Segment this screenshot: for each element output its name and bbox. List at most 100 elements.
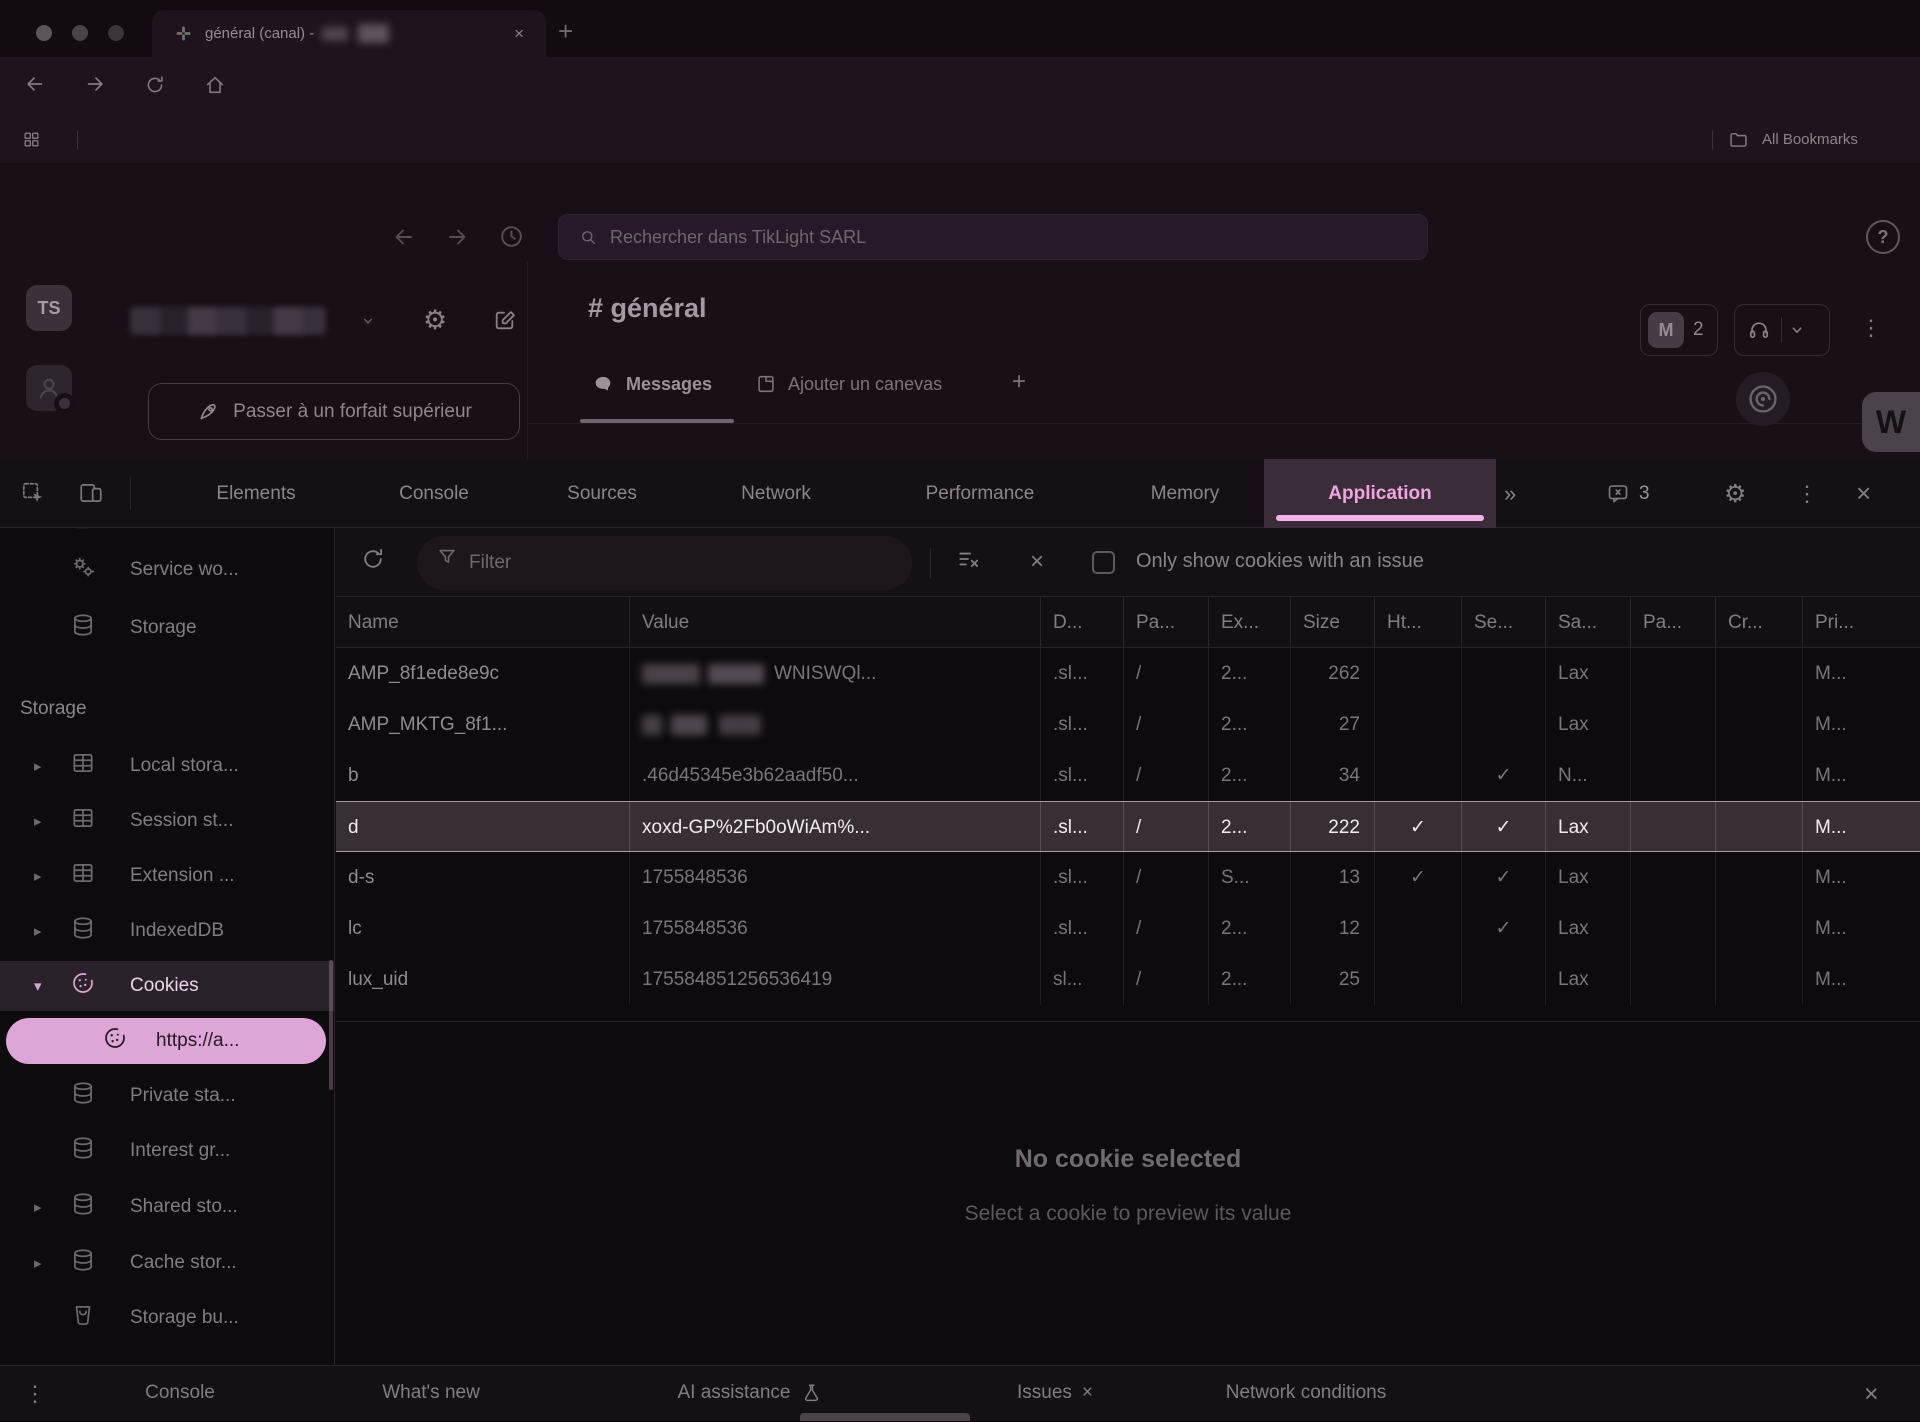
sidebar-item-storage[interactable]: Storage: [0, 603, 334, 653]
slack-forward-icon[interactable]: [445, 225, 469, 249]
column-header-pri[interactable]: Pri...: [1803, 597, 1920, 648]
w-widget-badge[interactable]: W: [1862, 392, 1920, 452]
sidebar-item-manifest[interactable]: Manifest: [0, 528, 334, 546]
sidebar-item-interest-gr[interactable]: Interest gr...: [0, 1126, 334, 1176]
cookie-cell[interactable]: [1375, 903, 1462, 954]
cookie-cell[interactable]: [1716, 750, 1803, 801]
cookie-cell[interactable]: [1716, 852, 1803, 903]
column-header-d[interactable]: D...: [1041, 597, 1124, 648]
cookie-cell[interactable]: /: [1124, 750, 1209, 801]
column-header-ht[interactable]: Ht...: [1375, 597, 1462, 648]
cookie-cell[interactable]: .sl...: [1041, 699, 1124, 750]
devtools-tab-console[interactable]: Console: [369, 459, 499, 528]
disclosure-right-icon[interactable]: ▸: [34, 812, 52, 830]
cookie-cell[interactable]: AMP_MKTG_8f1...: [336, 699, 630, 750]
cookie-cell[interactable]: lc: [336, 903, 630, 954]
cookie-cell[interactable]: Lax: [1546, 802, 1631, 853]
cookie-cell[interactable]: /: [1124, 903, 1209, 954]
cookie-cell[interactable]: [1631, 648, 1716, 699]
chevron-down-icon[interactable]: [360, 313, 376, 329]
compose-icon[interactable]: [492, 308, 517, 333]
more-tabs-chevron[interactable]: »: [1504, 459, 1516, 528]
cookie-cell[interactable]: ✓: [1462, 852, 1546, 903]
cookie-cell[interactable]: [1631, 699, 1716, 750]
user-avatar[interactable]: [26, 365, 72, 411]
disclosure-right-icon[interactable]: ▸: [34, 1254, 52, 1272]
slack-back-icon[interactable]: [392, 225, 416, 249]
delete-selected-icon[interactable]: ×: [1030, 548, 1044, 576]
cookie-cell[interactable]: /: [1124, 802, 1209, 853]
traffic-light-zoom[interactable]: [108, 25, 124, 41]
cookie-cell[interactable]: 34: [1291, 750, 1375, 801]
upgrade-plan-button[interactable]: Passer à un forfait supérieur: [148, 383, 520, 440]
cookie-cell[interactable]: 13: [1291, 852, 1375, 903]
cookie-cell[interactable]: 27: [1291, 699, 1375, 750]
cookie-cell[interactable]: M...: [1803, 903, 1920, 954]
cookie-cell[interactable]: .sl...: [1041, 750, 1124, 801]
sidebar-scrollbar[interactable]: [329, 960, 333, 1090]
cookie-cell[interactable]: .sl...: [1041, 648, 1124, 699]
cookie-cell[interactable]: M...: [1803, 648, 1920, 699]
sidebar-item-local-stora[interactable]: ▸Local stora...: [0, 741, 334, 791]
drawer-tab-issues[interactable]: Issues×: [1017, 1365, 1093, 1421]
drawer-tab-console[interactable]: Console: [145, 1365, 215, 1421]
cookie-cell[interactable]: [1462, 648, 1546, 699]
cookie-cell[interactable]: 2...: [1209, 648, 1291, 699]
cookie-cell[interactable]: /: [1124, 954, 1209, 1005]
drawer-tab-network-conditions[interactable]: Network conditions: [1226, 1365, 1387, 1421]
devtools-tab-memory[interactable]: Memory: [1120, 459, 1250, 528]
cookie-cell[interactable]: Lax: [1546, 954, 1631, 1005]
drawer-tab-ai-assistance[interactable]: AI assistance: [678, 1365, 823, 1421]
devtools-close-button[interactable]: ×: [1856, 459, 1871, 528]
cookie-cell[interactable]: b: [336, 750, 630, 801]
cookie-row-b[interactable]: b.46d45345e3b62aadf50....sl.../2...34✓N.…: [336, 750, 1920, 801]
disclosure-right-icon[interactable]: ▸: [34, 922, 52, 940]
cookie-cell[interactable]: ✓: [1462, 750, 1546, 801]
cookie-row-lc[interactable]: lc1755848536.sl.../2...12✓LaxM...: [336, 903, 1920, 954]
cookie-row-amp-mktg-8f1-[interactable]: AMP_MKTG_8f1....sl.../2...27LaxM...: [336, 699, 1920, 750]
cookie-cell[interactable]: 1755848536: [630, 852, 1041, 903]
issues-counter[interactable]: 3: [1606, 459, 1650, 528]
reload-button[interactable]: [144, 74, 166, 96]
cookie-cell[interactable]: M...: [1803, 852, 1920, 903]
cookie-cell[interactable]: 12: [1291, 903, 1375, 954]
cookie-cell[interactable]: 2...: [1209, 954, 1291, 1005]
cookie-cell[interactable]: /: [1124, 648, 1209, 699]
browser-tab[interactable]: général (canal) - ×: [152, 10, 546, 57]
cookie-cell[interactable]: Lax: [1546, 852, 1631, 903]
all-bookmarks-button[interactable]: All Bookmarks: [1762, 131, 1858, 148]
disclosure-down-icon[interactable]: ▾: [34, 977, 52, 995]
column-header-size[interactable]: Size: [1291, 597, 1375, 648]
history-clock-icon[interactable]: [498, 223, 525, 250]
cookie-cell[interactable]: [1716, 903, 1803, 954]
workspace-settings-gear-icon[interactable]: ⚙: [423, 305, 447, 336]
cookie-cell[interactable]: [1631, 954, 1716, 1005]
cookie-cell[interactable]: Lax: [1546, 648, 1631, 699]
channel-menu-kebab-icon[interactable]: ⋮: [1860, 315, 1882, 341]
assistant-widget-icon[interactable]: [1736, 372, 1790, 426]
cookie-cell[interactable]: [1462, 954, 1546, 1005]
cookie-cell[interactable]: [1716, 699, 1803, 750]
drawer-tab-close-icon[interactable]: ×: [1082, 1382, 1093, 1404]
only-issue-label[interactable]: Only show cookies with an issue: [1136, 550, 1424, 573]
huddle-button[interactable]: [1734, 304, 1830, 356]
browser-back-button[interactable]: [24, 73, 46, 95]
cookie-cell[interactable]: 25: [1291, 954, 1375, 1005]
cookie-cell[interactable]: Lax: [1546, 699, 1631, 750]
cookie-cell[interactable]: ✓: [1462, 802, 1546, 853]
cookie-filter-input[interactable]: [417, 536, 912, 590]
cookie-cell[interactable]: M...: [1803, 802, 1920, 853]
sidebar-item-service-wo[interactable]: Service wo...: [0, 545, 334, 595]
sidebar-item-shared-sto[interactable]: ▸Shared sto...: [0, 1182, 334, 1232]
cookie-cell[interactable]: AMP_8f1ede8e9c: [336, 648, 630, 699]
add-tab-button[interactable]: +: [1012, 368, 1026, 396]
only-issue-checkbox[interactable]: [1092, 551, 1115, 574]
sidebar-item-extension[interactable]: ▸Extension ...: [0, 851, 334, 901]
cookie-cell[interactable]: [1631, 852, 1716, 903]
cookie-cell[interactable]: [1631, 802, 1716, 853]
tab-messages[interactable]: Messages: [592, 373, 712, 395]
devtools-tab-sources[interactable]: Sources: [537, 459, 667, 528]
cookie-cell[interactable]: lux_uid: [336, 954, 630, 1005]
tab-add-canvas[interactable]: Ajouter un canevas: [755, 373, 942, 395]
cookie-cell[interactable]: xoxd-GP%2Fb0oWiAm%...: [630, 802, 1041, 853]
